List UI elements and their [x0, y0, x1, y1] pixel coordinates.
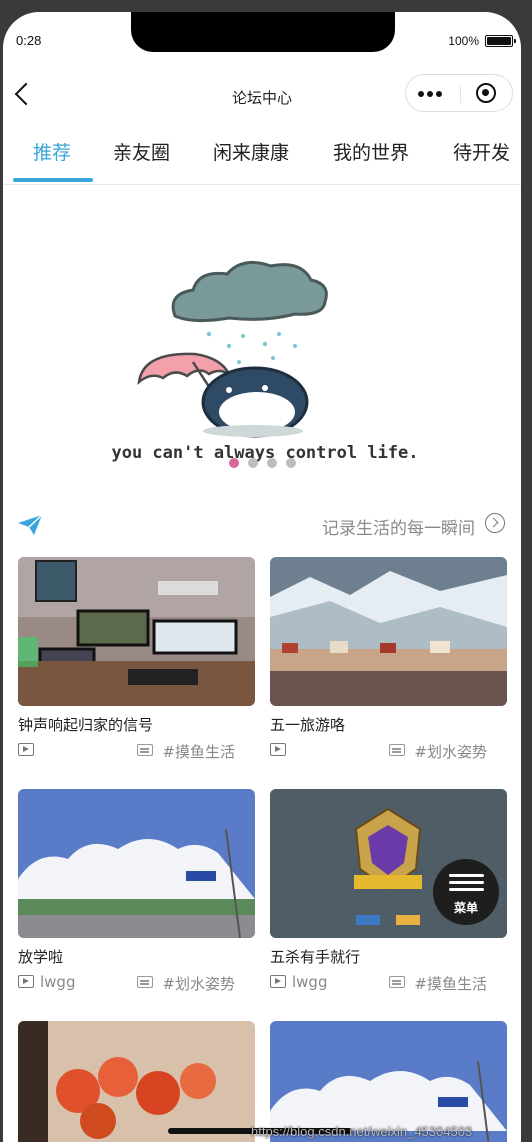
- post-thumbnail: [270, 557, 507, 706]
- carousel-dot[interactable]: [247, 458, 258, 468]
- carousel-dot[interactable]: [228, 458, 239, 468]
- menu-label: 菜单: [453, 901, 478, 915]
- post-thumbnail: [18, 789, 255, 938]
- tag-icon: [137, 976, 153, 988]
- notch: [131, 12, 395, 52]
- more-icon[interactable]: [418, 91, 442, 97]
- close-target-icon[interactable]: [476, 83, 496, 103]
- post-card[interactable]: 钟声响起归家的信号 #摸鱼生活: [18, 557, 255, 761]
- video-icon: [18, 975, 34, 988]
- tag-icon: [389, 744, 405, 756]
- carousel-dot[interactable]: [266, 458, 277, 468]
- video-icon: [18, 743, 34, 756]
- post-meta: #摸鱼生活: [18, 741, 255, 761]
- banner-illustration: you can't always control life.: [111, 260, 419, 463]
- post-tag[interactable]: #摸鱼生活: [414, 973, 487, 994]
- mini-program-capsule: [405, 74, 513, 112]
- menu-icon: [449, 874, 484, 895]
- video-icon: [270, 975, 286, 988]
- post-tag[interactable]: #摸鱼生活: [162, 741, 235, 762]
- banner-carousel[interactable]: you can't always control life.: [3, 186, 521, 486]
- carousel-dots: [3, 458, 521, 468]
- capsule-divider: [460, 85, 461, 103]
- phone-screen: 0:28 100% 论坛中心 推荐 亲友圈 闲来康康 我的世界 待开发 you …: [3, 12, 521, 1142]
- post-author: lwgg: [40, 973, 76, 991]
- post-title: 五杀有手就行: [270, 948, 361, 966]
- status-time: 0:28: [16, 33, 42, 48]
- tab-underline: [13, 178, 93, 182]
- watermark: https://blog.csdn.net/weixin_45304503: [251, 1124, 473, 1139]
- post-meta: lwgg #划水姿势: [18, 973, 255, 993]
- post-meta: lwgg #摸鱼生活: [270, 973, 507, 993]
- post-card[interactable]: 放学啦 lwgg #划水姿势: [18, 789, 255, 993]
- post-thumbnail: [18, 1021, 255, 1142]
- tag-icon: [137, 744, 153, 756]
- tab-my-world[interactable]: 我的世界: [333, 138, 409, 165]
- section-link[interactable]: 记录生活的每一瞬间: [322, 514, 475, 539]
- carousel-dot[interactable]: [285, 458, 296, 468]
- post-tag[interactable]: #划水姿势: [162, 973, 235, 994]
- post-title: 放学啦: [18, 948, 64, 966]
- menu-button[interactable]: 菜单: [433, 859, 499, 925]
- post-card[interactable]: [18, 1021, 255, 1142]
- tab-bar: 推荐 亲友圈 闲来康康 我的世界 待开发: [3, 132, 521, 185]
- post-thumbnail: [18, 557, 255, 706]
- tab-recommend[interactable]: 推荐: [33, 138, 71, 165]
- tab-leisure[interactable]: 闲来康康: [213, 138, 289, 165]
- tab-coming-soon[interactable]: 待开发: [453, 138, 510, 165]
- tab-friends[interactable]: 亲友圈: [113, 138, 170, 165]
- paper-plane-icon: [18, 514, 43, 535]
- chevron-right-icon[interactable]: [485, 513, 505, 533]
- battery-icon: [485, 35, 516, 47]
- post-title: 钟声响起归家的信号: [18, 716, 154, 734]
- post-card[interactable]: 五一旅游咯 #划水姿势: [270, 557, 507, 761]
- post-meta: #划水姿势: [270, 741, 507, 761]
- post-tag[interactable]: #划水姿势: [414, 741, 487, 762]
- post-title: 五一旅游咯: [270, 716, 346, 734]
- video-icon: [270, 743, 286, 756]
- navbar: 论坛中心: [3, 74, 521, 118]
- tag-icon: [389, 976, 405, 988]
- status-battery: 100%: [448, 34, 516, 48]
- post-author: lwgg: [292, 973, 328, 991]
- battery-percent: 100%: [448, 34, 479, 48]
- section-header: 记录生活的每一瞬间: [3, 510, 521, 540]
